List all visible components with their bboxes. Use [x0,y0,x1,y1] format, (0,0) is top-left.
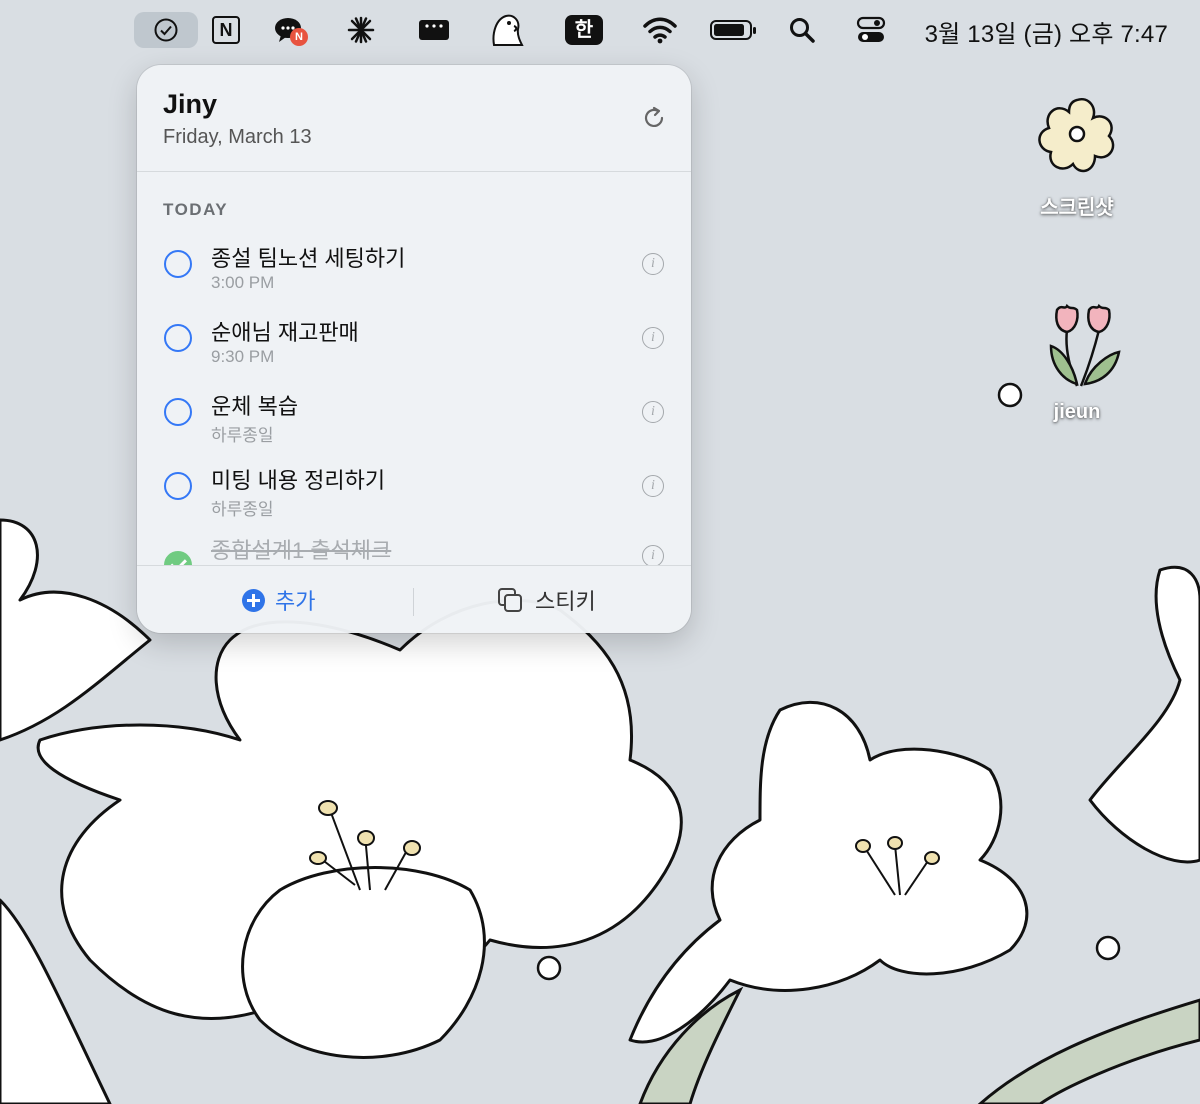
task-checkbox-checked[interactable] [164,551,192,565]
desktop-icon-screenshots[interactable]: 스크린샷 [1017,90,1137,220]
task-row[interactable]: 종설 팀노션 세팅하기 3:00 PM i [137,235,691,309]
menu-bar: N N 한 3월 13일 (금) 오후 7:47 [0,0,1200,60]
menu-bar-clock[interactable]: 3월 13일 (금) 오후 7:47 [925,14,1168,49]
input-source-icon[interactable]: 한 [564,12,604,48]
sticky-button-label: 스티키 [535,589,596,614]
add-button[interactable]: 추가 [242,584,315,616]
notion-icon[interactable]: N [208,12,244,48]
task-title: 종합설계1 출석체크 [211,538,392,563]
popover-date: Friday, March 13 [163,126,312,148]
info-icon[interactable]: i [642,545,664,565]
desktop-icon-label: 스크린샷 [1040,197,1114,219]
task-title: 종설 팀노션 세팅하기 [211,246,406,271]
dock-icon[interactable] [416,12,452,48]
refresh-icon[interactable] [641,105,667,131]
info-icon[interactable]: i [642,401,664,423]
task-time: 하루종일 [211,500,274,519]
desktop-icon-label: jieun [1053,401,1101,423]
task-list: 종설 팀노션 세팅하기 3:00 PM i 순애님 재고판매 9:30 PM i… [137,225,691,565]
plus-circle-icon [242,588,265,612]
task-row[interactable]: 미팅 내용 정리하기 하루종일 i [137,457,691,531]
task-checkbox[interactable] [164,250,192,278]
section-today-label: TODAY [163,200,229,219]
sticky-button[interactable]: 스티키 [497,584,596,616]
popover-footer: 추가 스티키 [137,565,691,633]
task-checkbox[interactable] [164,472,192,500]
notification-badge: N [290,28,308,46]
control-center-icon[interactable] [852,12,890,48]
reminders-popover: Jiny Friday, March 13 TODAY 종설 팀노션 세팅하기 … [137,65,691,633]
task-checkbox[interactable] [164,324,192,352]
wifi-icon[interactable] [640,12,680,48]
task-time: 9:30 PM [211,347,275,366]
battery-icon[interactable] [708,12,758,48]
popover-title: Jiny [163,89,218,119]
desktop-icon-jieun[interactable]: jieun [1017,296,1137,424]
task-time: 3:00 PM [211,273,275,292]
task-time: 하루종일 [211,426,274,445]
tulip-folder-icon [1049,303,1121,387]
add-button-label: 추가 [275,589,316,614]
info-icon[interactable]: i [642,475,664,497]
task-row-completed[interactable]: 종합설계1 출석체크 i [137,531,691,565]
perplexity-icon[interactable] [343,12,379,48]
footer-divider [413,588,414,616]
task-row[interactable]: 운체 복습 하루종일 i [137,383,691,457]
input-source-label: 한 [565,15,603,45]
task-checkbox[interactable] [164,398,192,426]
popover-header: Jiny Friday, March 13 [137,65,691,172]
parrot-icon[interactable] [486,12,526,48]
flower-folder-icon [1038,97,1115,173]
info-icon[interactable]: i [642,327,664,349]
kakaotalk-icon[interactable]: N [268,12,312,48]
search-icon[interactable] [784,12,820,48]
task-title: 미팅 내용 정리하기 [211,468,386,493]
task-row[interactable]: 순애님 재고판매 9:30 PM i [137,309,691,383]
checklist-icon[interactable] [134,12,198,48]
task-title: 순애님 재고판매 [211,320,359,345]
task-title: 운체 복습 [211,394,299,419]
info-icon[interactable]: i [642,253,664,275]
notion-letter: N [212,16,240,44]
sticky-copy-icon [498,588,522,612]
